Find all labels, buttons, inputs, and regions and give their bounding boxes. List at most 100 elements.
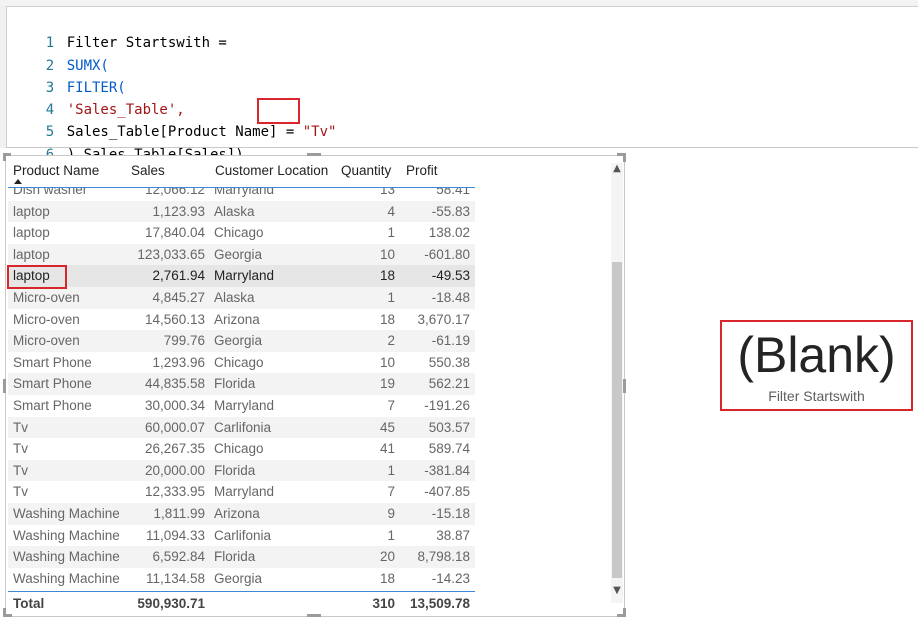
cell-customer-location: Georgia [214,333,263,349]
column-header-customer-location[interactable]: Customer Location [215,160,328,186]
cell-sales: 17,840.04 [144,225,205,241]
code-line-4[interactable]: 4 'Sales_Table', [12,77,185,118]
table-row[interactable]: Tv 26,267.35 Chicago 41 589.74 [8,438,475,460]
table-row[interactable]: Smart Phone 30,000.34 Marryland 7 -191.26 [8,395,475,417]
resize-handle-top-left-v[interactable] [3,153,6,161]
total-row: Total 590,930.71 310 13,509.78 [8,594,475,614]
code-line-6[interactable]: 6),Sales_Table[Sales]) [12,122,244,163]
cell-sales: 1,123.93 [152,203,205,219]
table-row[interactable]: Micro-oven 14,560.13 Arizona 18 3,670.17 [8,309,475,331]
cell-sales: 12,066.12 [144,188,205,197]
cell-profit: -191.26 [424,398,470,413]
column-header-profit[interactable]: Profit [406,160,438,186]
cell-quantity: 20 [379,549,395,565]
cell-profit: -18.48 [431,290,470,305]
table-row[interactable]: Tv 12,333.95 Marryland 7 -407.85 [8,481,475,503]
cell-customer-location: Marryland [214,398,275,413]
resize-handle-bottom[interactable] [307,614,321,617]
table-row[interactable]: Dish washer 12,066.12 Marryland 13 58.41 [8,188,475,201]
cell-customer-location: Arizona [214,311,260,327]
column-header-product-name[interactable]: Product Name [13,160,99,186]
table-row[interactable]: laptop 1,123.93 Alaska 4 -55.83 [8,200,475,223]
cell-quantity: 18 [379,570,395,586]
cell-quantity: 9 [387,506,395,521]
table-row[interactable]: laptop 2,761.94 Marryland 18 -49.53 [8,265,475,287]
cell-customer-location: Florida [214,462,256,478]
cell-product-name: laptop [13,225,50,241]
cell-product-name: Micro-oven [13,333,80,349]
cell-quantity: 13 [379,188,395,197]
resize-handle-bottom-right-v[interactable] [623,608,626,617]
table-row[interactable]: Smart Phone 1,293.96 Chicago 10 550.38 [8,352,475,374]
cell-product-name: Dish washer [13,188,88,197]
cell-product-name: Smart Phone [13,398,92,413]
table-row[interactable]: Washing Machine 11,094.33 Carlifonia 1 38.87 [8,525,475,547]
formula-bar[interactable]: 1 Filter Startswith = 2 SUMX( 3 FILTER( 4 'S… [0,0,918,163]
cell-profit: 503.57 [428,419,470,435]
cell-profit: 589.74 [428,441,470,457]
code-line-1[interactable]: 1 Filter Startswith = [12,10,227,51]
cell-profit: 550.38 [428,354,470,370]
resize-handle-right[interactable] [623,379,626,393]
resize-handle-left[interactable] [3,379,6,393]
cell-profit: -61.19 [431,333,470,349]
resize-handle-bottom-left-v[interactable] [3,608,6,617]
cell-customer-location: Chicago [214,225,264,241]
resize-handle-top-right-v[interactable] [623,153,626,162]
table-row[interactable]: Tv 60,000.07 Carlifonia 45 503.57 [8,416,475,439]
cell-customer-location: Arizona [214,506,260,521]
cell-product-name: Smart Phone [13,354,92,370]
cell-profit: -55.83 [431,203,470,219]
table-row[interactable]: laptop 123,033.65 Georgia 10 -601.80 [8,243,475,266]
cell-sales: 30,000.34 [144,398,205,413]
table-row[interactable]: Washing Machine 6,592.84 Florida 20 8,798.18 [8,546,475,568]
column-header-quantity[interactable]: Quantity [341,160,391,186]
cell-product-name: Washing Machine [13,570,120,586]
table-row[interactable]: Micro-oven 799.76 Georgia 2 -61.19 [8,330,475,352]
cell-quantity: 45 [379,419,395,435]
table-row[interactable]: Tv 20,000.00 Florida 1 -381.84 [8,459,475,482]
code-line-2[interactable]: 2 SUMX( [12,33,109,74]
cell-quantity: 10 [379,354,395,370]
scrollbar-thumb[interactable] [612,262,622,578]
cell-quantity: 1 [387,225,395,241]
cell-profit: -49.53 [431,268,470,284]
code-line-3[interactable]: 3 FILTER( [12,55,126,96]
cell-sales: 60,000.07 [144,419,205,435]
table-row[interactable]: Micro-oven 4,845.27 Alaska 1 -18.48 [8,287,475,309]
cell-sales: 1,811.99 [153,506,205,521]
table-row[interactable]: laptop 17,840.04 Chicago 1 138.02 [8,222,475,244]
cell-customer-location: Florida [214,549,256,565]
table-row[interactable]: Smart Phone 44,835.58 Florida 19 562.21 [8,373,475,395]
cell-quantity: 1 [387,290,395,305]
card-value: (Blank) [737,327,896,383]
total-profit: 13,509.78 [409,596,470,611]
table-row[interactable]: Washing Machine 11,134.58 Georgia 18 -14.23 [8,568,475,588]
cell-quantity: 2 [387,333,395,349]
total-quantity: 310 [372,596,395,611]
selected-cell-highlight-box [7,265,67,289]
cell-quantity: 1 [387,462,395,478]
cell-sales: 11,134.58 [145,570,205,586]
cell-profit: 3,670.17 [417,311,470,327]
formula-bar-top-edge [0,0,918,7]
cell-sales: 6,592.84 [152,549,205,565]
cell-customer-location: Marryland [214,188,275,197]
card-visual[interactable]: (Blank) Filter Startswith [720,320,913,411]
column-header-sales[interactable]: Sales [131,160,165,186]
cell-quantity: 7 [387,484,395,500]
total-sales: 590,930.71 [137,596,205,611]
sort-ascending-icon[interactable] [14,179,22,184]
scroll-down-icon[interactable]: ▼ [611,585,623,597]
formula-bar-gutter [0,6,7,148]
cell-profit: 38.87 [436,527,470,543]
cell-profit: 562.21 [428,376,470,392]
scroll-up-icon[interactable]: ▲ [611,163,623,175]
resize-handle-top[interactable] [307,153,321,156]
table-body[interactable]: Dish washer 12,066.12 Marryland 13 58.41 lapt… [8,188,475,588]
string-highlight-box [257,98,300,124]
cell-product-name: Tv [13,462,28,478]
cell-product-name: Tv [13,441,28,457]
cell-product-name: Washing Machine [13,527,120,543]
table-row[interactable]: Washing Machine 1,811.99 Arizona 9 -15.18 [8,503,475,525]
